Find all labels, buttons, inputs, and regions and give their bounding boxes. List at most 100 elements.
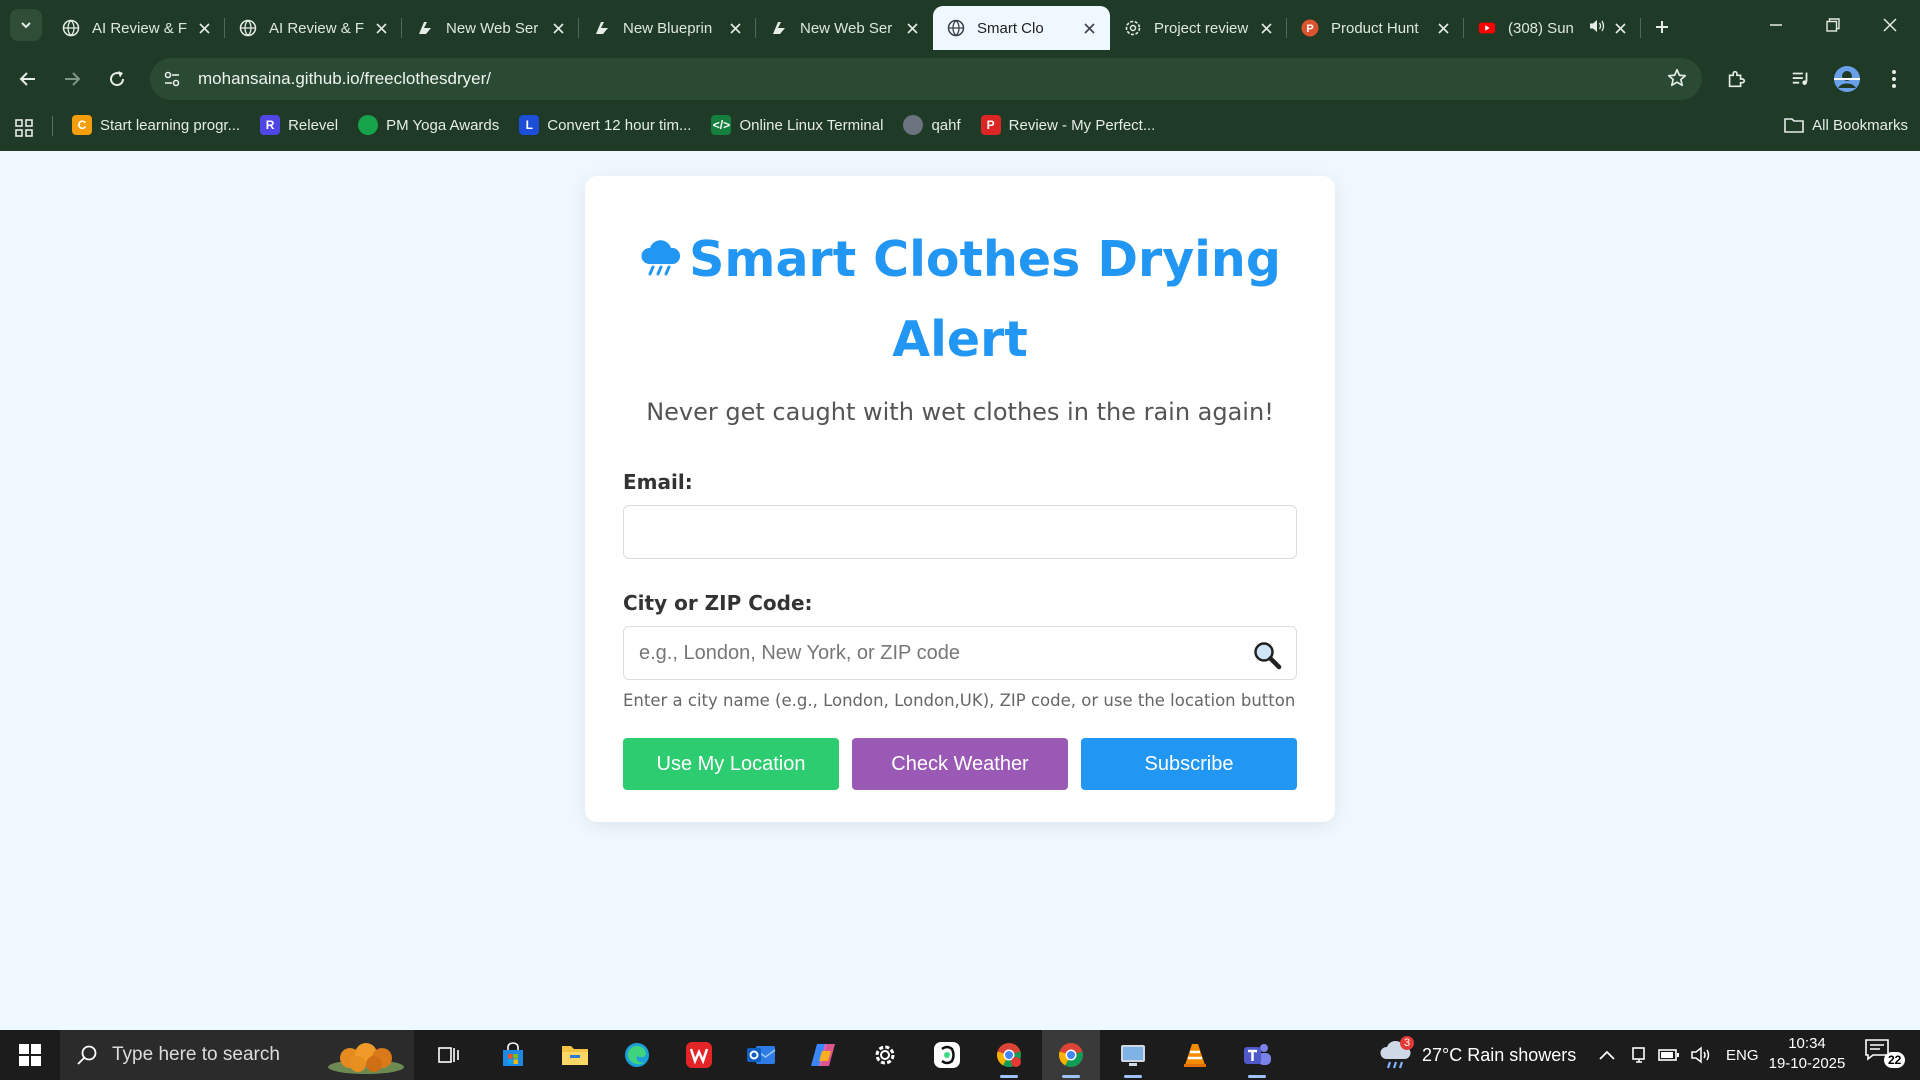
close-tab-icon[interactable] <box>372 19 390 37</box>
taskbar-remote-desktop[interactable] <box>1104 1030 1162 1080</box>
search-button[interactable] <box>1252 640 1282 675</box>
use-my-location-button[interactable]: Use My Location <box>623 738 839 790</box>
volume-icon[interactable] <box>1690 1046 1712 1064</box>
back-button[interactable] <box>10 61 46 97</box>
bookmark-item[interactable]: P Review - My Perfect... <box>971 110 1166 140</box>
browser-tab[interactable]: New Blueprin <box>579 6 756 50</box>
bookmark-item[interactable]: R Relevel <box>250 110 348 140</box>
running-indicator <box>1124 1075 1142 1078</box>
extensions-button[interactable] <box>1718 61 1754 97</box>
chevron-up-icon[interactable] <box>1598 1048 1616 1062</box>
taskbar-edge[interactable] <box>608 1030 666 1080</box>
bookmark-favicon-icon: L <box>519 115 540 135</box>
chrome-icon <box>1059 1043 1083 1067</box>
bookmark-item[interactable]: </> Online Linux Terminal <box>701 110 893 140</box>
taskbar-clock[interactable]: 10:34 19-10-2025 <box>1762 1034 1852 1074</box>
bookmark-item[interactable]: C Start learning progr... <box>62 110 250 140</box>
taskbar-vlc[interactable] <box>1166 1030 1224 1080</box>
close-tab-icon[interactable] <box>1257 19 1275 37</box>
browser-tab[interactable]: New Web Ser <box>756 6 933 50</box>
city-input[interactable] <box>624 627 1296 679</box>
minimize-button[interactable] <box>1748 0 1804 50</box>
taskbar-search[interactable]: Type here to search <box>60 1030 414 1080</box>
taskbar-copilot[interactable] <box>794 1030 852 1080</box>
all-bookmarks-button[interactable]: All Bookmarks <box>1784 110 1908 140</box>
start-button[interactable] <box>0 1030 60 1080</box>
windows-taskbar: Type here to search 3 27°C Rain showers … <box>0 1030 1920 1080</box>
taskbar-weather[interactable]: 3 27°C Rain showers <box>1378 1030 1576 1080</box>
taskbar-teams[interactable] <box>1228 1030 1286 1080</box>
close-tab-icon[interactable] <box>1434 19 1452 37</box>
alert-signup-card: Smart Clothes Drying Alert Never get cau… <box>585 176 1335 822</box>
taskbar-search-placeholder: Type here to search <box>112 1044 280 1065</box>
bookmark-item[interactable]: L Convert 12 hour tim... <box>509 110 701 140</box>
close-tab-icon[interactable] <box>903 19 921 37</box>
tab-list: AI Review & F AI Review & F New Web Ser New… <box>48 6 1641 50</box>
bookmark-label: Review - My Perfect... <box>1008 116 1156 134</box>
bookmark-label: qahf <box>931 116 961 134</box>
close-tab-icon[interactable] <box>1080 19 1098 37</box>
tab-title: Product Hunt <box>1331 19 1419 37</box>
language-indicator[interactable]: ENG <box>1726 1047 1759 1064</box>
browser-tab[interactable]: Smart Clo <box>933 6 1110 50</box>
city-hint: Enter a city name (e.g., London, London,… <box>623 691 1296 710</box>
browser-tab[interactable]: (308) Sun <box>1464 6 1641 50</box>
taskbar-file-explorer[interactable] <box>546 1030 604 1080</box>
system-tray: ENG <box>1598 1030 1759 1080</box>
bookmark-item[interactable]: qahf <box>893 110 970 140</box>
tab-title: AI Review & F <box>269 19 365 37</box>
restore-button[interactable] <box>1805 0 1861 50</box>
battery-icon[interactable] <box>1658 1048 1680 1062</box>
bookmark-favicon-icon <box>358 115 379 135</box>
browser-tab[interactable]: AI Review & F <box>48 6 225 50</box>
media-control-button[interactable] <box>1783 61 1819 97</box>
email-input[interactable] <box>624 506 1296 558</box>
new-tab-button[interactable] <box>1648 13 1676 41</box>
tab-title: AI Review & F <box>92 19 188 37</box>
close-tab-icon[interactable] <box>195 19 213 37</box>
apps-button[interactable] <box>12 116 36 140</box>
check-weather-button[interactable]: Check Weather <box>852 738 1068 790</box>
taskbar-chrome[interactable] <box>1042 1030 1100 1080</box>
star-icon <box>1667 68 1687 87</box>
store-icon <box>503 1042 523 1066</box>
clock-date: 19-10-2025 <box>1768 1055 1846 1072</box>
close-tab-icon[interactable] <box>1611 19 1629 37</box>
running-indicator <box>1000 1075 1018 1078</box>
taskbar-wps-office[interactable] <box>670 1030 728 1080</box>
browser-tab[interactable]: P Product Hunt <box>1287 6 1464 50</box>
browser-tab[interactable]: AI Review & F <box>225 6 402 50</box>
taskbar-outlook[interactable] <box>732 1030 790 1080</box>
meet-now-icon[interactable] <box>1630 1046 1648 1064</box>
notification-center-button[interactable]: 22 <box>1864 1038 1906 1072</box>
taskbar-settings[interactable] <box>856 1030 914 1080</box>
city-label: City or ZIP Code: <box>623 591 813 615</box>
close-tab-icon[interactable] <box>726 19 744 37</box>
bookmark-item[interactable]: PM Yoga Awards <box>348 110 509 140</box>
reload-button[interactable] <box>99 61 135 97</box>
wps-icon <box>686 1042 712 1068</box>
site-info-button[interactable] <box>154 61 190 97</box>
monitor-app-icon <box>1121 1045 1145 1066</box>
page-title-text: Smart Clothes Drying Alert <box>689 231 1281 368</box>
close-window-button[interactable] <box>1862 0 1918 50</box>
speaker-icon[interactable] <box>1589 19 1605 37</box>
profile-avatar[interactable] <box>1829 61 1865 97</box>
address-bar[interactable]: mohansaina.github.io/freeclothesdryer/ <box>150 58 1702 100</box>
browser-menu-button[interactable] <box>1876 61 1912 97</box>
bookmark-favicon-icon: </> <box>711 115 732 135</box>
tab-search-button[interactable] <box>10 9 42 41</box>
taskbar-microsoft-store[interactable] <box>484 1030 542 1080</box>
browser-tab[interactable]: New Web Ser <box>402 6 579 50</box>
notification-count: 22 <box>1884 1052 1906 1068</box>
bookmarks-bar: C Start learning progr... R Relevel PM Yoga … <box>0 108 1920 142</box>
browser-tab[interactable]: Project review <box>1110 6 1287 50</box>
subscribe-button[interactable]: Subscribe <box>1081 738 1297 790</box>
forward-button[interactable] <box>54 61 90 97</box>
taskbar-chatgpt[interactable] <box>918 1030 976 1080</box>
task-view-button[interactable] <box>420 1030 478 1080</box>
close-tab-icon[interactable] <box>549 19 567 37</box>
taskbar-chrome-profile-2[interactable] <box>980 1030 1038 1080</box>
bookmark-star-button[interactable] <box>1666 67 1688 94</box>
page-subtitle: Never get caught with wet clothes in the… <box>646 398 1274 426</box>
